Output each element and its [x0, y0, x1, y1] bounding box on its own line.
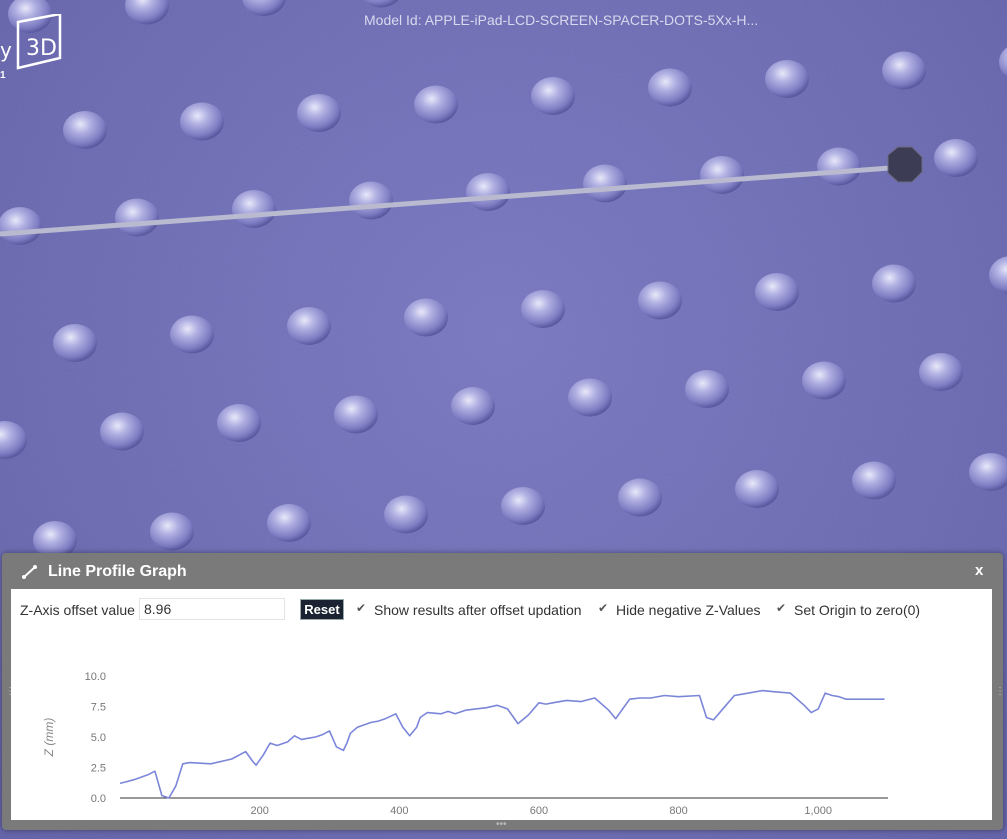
spacer-dot: [414, 85, 458, 124]
spacer-dot: [934, 139, 978, 177]
close-button[interactable]: x: [975, 562, 983, 579]
spacer-dot: [817, 147, 861, 186]
logo-text: 3D: [26, 36, 57, 61]
spacer-dot: [334, 395, 378, 434]
x-tick-label: 1,000: [804, 805, 832, 817]
x-tick-label: 600: [530, 805, 548, 817]
spacer-dot: [53, 324, 97, 362]
line-profile-panel: Line Profile Graph x ⋮ ⋮ ••• Z-Axis offs…: [2, 553, 1005, 830]
spacer-dot: [700, 156, 744, 194]
y-axis-label: Z (mm): [42, 718, 56, 758]
spacer-dot: [232, 190, 276, 228]
logo-version: 1: [0, 70, 6, 81]
spacer-dot: [872, 264, 916, 303]
y-tick-label: 2.5: [91, 763, 106, 775]
y-tick-label: 0.0: [91, 793, 106, 805]
panel-title: Line Profile Graph: [48, 563, 187, 580]
spacer-dot: [115, 198, 159, 237]
x-tick-label: 400: [390, 805, 408, 817]
y-tick-label: 5.0: [91, 732, 106, 744]
spacer-dot: [755, 273, 799, 311]
spacer-dot: [170, 315, 214, 354]
line-profile-icon: [22, 565, 37, 579]
x-tick-label: 800: [669, 805, 687, 817]
app-logo: y 3D 1: [0, 14, 70, 81]
spacer-dot: [648, 68, 692, 107]
spacer-dot: [852, 461, 896, 500]
spacer-dot: [802, 361, 846, 400]
spacer-dot: [267, 504, 311, 542]
spacer-dot: [531, 77, 575, 115]
spacer-dot: [501, 487, 545, 525]
spacer-dot: [765, 60, 809, 98]
profile-series-line: [119, 689, 885, 799]
spacer-dot: [297, 94, 341, 132]
spacer-dot: [919, 353, 963, 391]
x-axis-label: line length (µm): [463, 819, 546, 820]
spacer-dot: [882, 51, 926, 90]
spacer-dot: [217, 404, 261, 442]
spacer-dot: [100, 412, 144, 451]
spacer-dot: [404, 298, 448, 337]
spacer-dot: [63, 111, 107, 149]
x-tick-label: 200: [250, 805, 268, 817]
spacer-dot: [180, 102, 224, 141]
spacer-dot: [384, 495, 428, 534]
spacer-dot: [150, 512, 194, 551]
spacer-dot: [618, 478, 662, 517]
spacer-dot: [451, 387, 495, 425]
spacer-dot: [521, 290, 565, 328]
spacer-dot: [638, 281, 682, 320]
panel-header[interactable]: Line Profile Graph x: [2, 553, 1003, 589]
line-profile-chart[interactable]: 0.0 2.5 5.0 7.5 10.0 200 400 600 800 1,000 line le…: [11, 589, 992, 820]
spacer-dot: [685, 370, 729, 408]
resize-handle-right[interactable]: ⋮: [995, 686, 1005, 697]
spacer-dot: [735, 470, 779, 508]
panel-body: Z-Axis offset value Reset ✔ Show results…: [11, 589, 992, 820]
spacer-dot: [583, 164, 627, 203]
model-id-label: Model Id: APPLE-iPad-LCD-SCREEN-SPACER-D…: [364, 12, 759, 28]
spacer-dot: [349, 181, 393, 220]
spacer-dot: [287, 307, 331, 345]
resize-handle-bottom[interactable]: •••: [496, 819, 507, 830]
spacer-dot: [568, 378, 612, 417]
spacer-dot: [466, 173, 510, 211]
spacer-dot: [0, 207, 42, 245]
profile-line-handle[interactable]: [887, 146, 923, 183]
y-tick-label: 10.0: [85, 671, 106, 683]
y-tick-label: 7.5: [91, 702, 106, 714]
